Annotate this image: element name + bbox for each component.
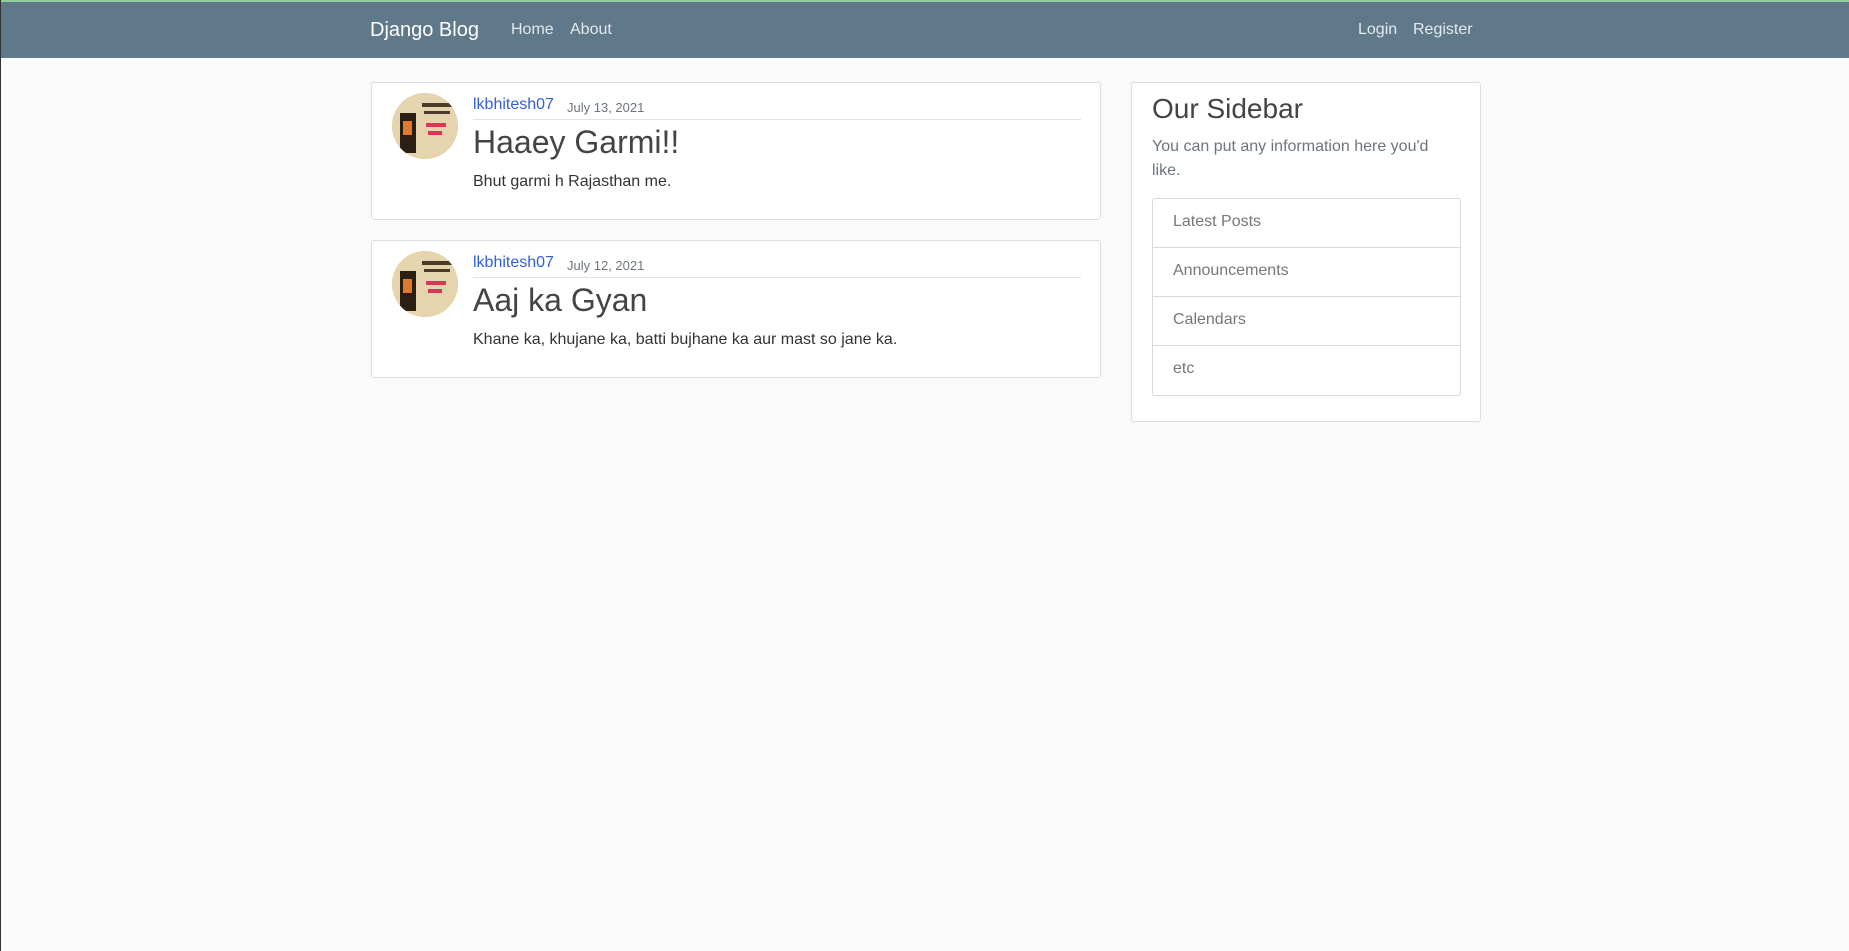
post-title[interactable]: Haaey Garmi!! [473, 124, 679, 161]
post-content: Khane ka, khujane ka, batti bujhane ka a… [473, 331, 898, 348]
post-meta: lkbhitesh07 July 13, 2021 [473, 96, 1081, 120]
post-card: lkbhitesh07 July 12, 2021 Aaj ka Gyan Kh… [371, 240, 1101, 378]
post-meta: lkbhitesh07 July 12, 2021 [473, 254, 1081, 278]
post-date: July 12, 2021 [567, 258, 645, 273]
sidebar-description: You can put any information here you'd l… [1152, 138, 1429, 179]
post-author-link[interactable]: lkbhitesh07 [473, 254, 554, 272]
author-avatar[interactable] [392, 93, 458, 159]
sidebar-item-latest-posts[interactable]: Latest Posts [1153, 199, 1460, 248]
sidebar-item-calendars[interactable]: Calendars [1153, 297, 1460, 346]
nav-register-link[interactable]: Register [1413, 21, 1473, 39]
sidebar-item-announcements[interactable]: Announcements [1153, 248, 1460, 297]
brand-link[interactable]: Django Blog [370, 19, 479, 42]
nav-about-link[interactable]: About [570, 21, 612, 39]
post-author-link[interactable]: lkbhitesh07 [473, 96, 554, 114]
nav-home-link[interactable]: Home [511, 21, 554, 39]
post-card: lkbhitesh07 July 13, 2021 Haaey Garmi!! … [371, 82, 1101, 220]
post-date: July 13, 2021 [567, 100, 645, 115]
nav-login-link[interactable]: Login [1358, 21, 1397, 39]
author-avatar[interactable] [392, 251, 458, 317]
post-title[interactable]: Aaj ka Gyan [473, 282, 647, 319]
post-content: Bhut garmi h Rajasthan me. [473, 173, 672, 190]
sidebar: Our Sidebar You can put any information … [1131, 82, 1481, 422]
navbar: Django Blog Home About Login Register [1, 0, 1849, 58]
sidebar-title: Our Sidebar [1152, 93, 1303, 124]
sidebar-item-etc[interactable]: etc [1153, 346, 1460, 395]
sidebar-list: Latest Posts Announcements Calendars etc [1152, 198, 1461, 396]
